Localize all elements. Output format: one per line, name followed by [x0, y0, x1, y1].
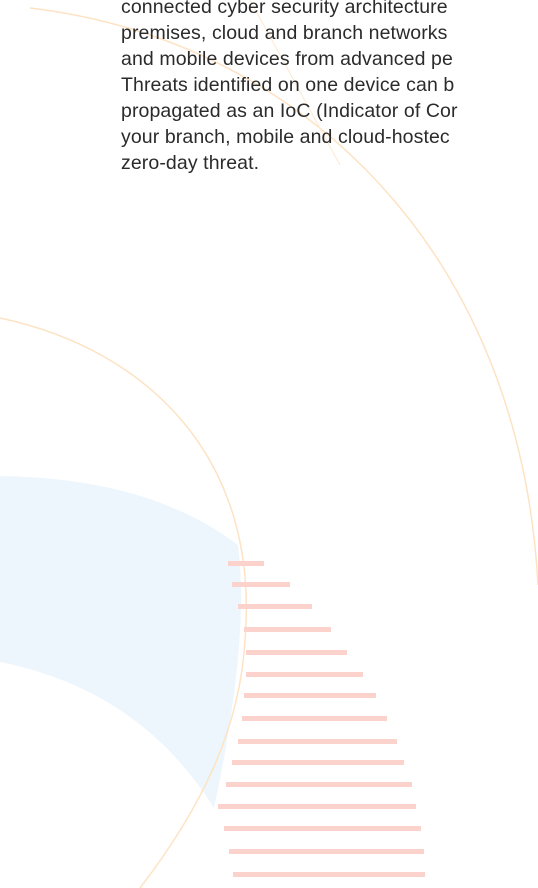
paragraph-line: propagated as an IoC (Indicator of Cor: [121, 100, 458, 122]
paragraph-line: zero-day threat.: [121, 152, 260, 174]
paragraph-line: Threats identified on one device can b: [121, 74, 455, 96]
paragraph-line: your branch, mobile and cloud-hostec: [121, 126, 450, 148]
stripe-pattern: [218, 561, 425, 877]
paragraph-line: premises, cloud and branch networks: [121, 22, 448, 44]
blue-crescent-shape: [0, 476, 241, 808]
article-paragraph: connected cyber security architecture pr…: [121, 0, 538, 176]
page: connected cyber security architecture pr…: [0, 0, 538, 888]
paragraph-line: and mobile devices from advanced pe: [121, 48, 453, 70]
paragraph-line: connected cyber security architecture: [121, 0, 448, 18]
